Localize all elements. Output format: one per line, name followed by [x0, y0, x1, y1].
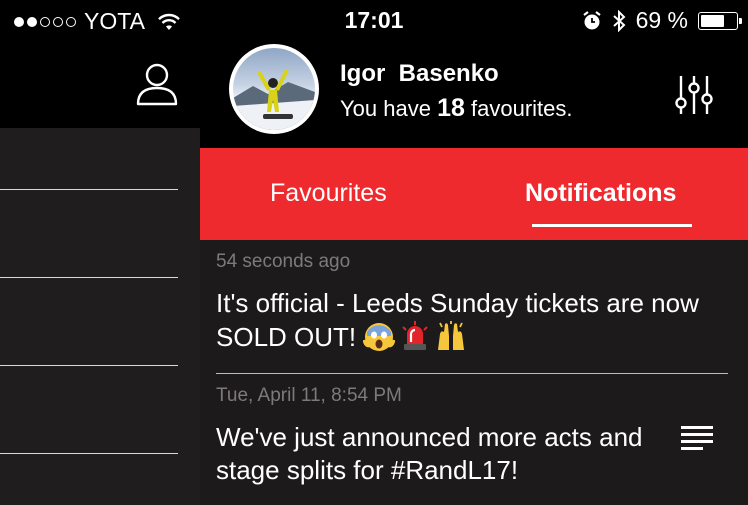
- notification-time: 54 seconds ago: [216, 251, 351, 272]
- notifications-list: 54 seconds ago It's official - Leeds Sun…: [200, 240, 748, 505]
- summary-prefix: You have: [340, 96, 431, 121]
- app-screen: YOTA 17:01 69 % Igor Basenko You have 18…: [0, 0, 748, 505]
- bluetooth-icon: [612, 9, 626, 32]
- sidebar-divider: [0, 189, 178, 190]
- sidebar-list: [0, 128, 200, 505]
- battery-percent: 69 %: [635, 7, 688, 33]
- notification-item[interactable]: It's official - Leeds Sunday tickets are…: [216, 287, 726, 354]
- avatar-photo: [233, 48, 315, 130]
- favourites-summary: You have 18 favourites.: [340, 94, 573, 123]
- notification-divider: [216, 373, 728, 374]
- raised-hands-emoji: [438, 321, 465, 350]
- favourites-count: 18: [437, 94, 465, 122]
- notification-time: Tue, April 11, 8:54 PM: [216, 385, 402, 406]
- active-tab-indicator: [532, 224, 692, 227]
- tab-notifications[interactable]: Notifications: [525, 179, 676, 208]
- battery-icon: [698, 11, 742, 30]
- first-name: Igor: [340, 60, 386, 87]
- battery-fill: [701, 14, 724, 27]
- list-icon[interactable]: [681, 426, 713, 452]
- tab-bar: Favourites Notifications: [200, 148, 748, 240]
- tab-favourites[interactable]: Favourites: [270, 179, 387, 208]
- profile-name: Igor Basenko: [340, 60, 499, 88]
- screaming-face-emoji: [363, 323, 396, 351]
- user-icon[interactable]: [136, 62, 178, 106]
- avatar[interactable]: [229, 44, 319, 134]
- sidebar-divider: [0, 365, 178, 366]
- last-name: Basenko: [398, 60, 499, 87]
- notification-item[interactable]: We've just announced more acts and stage…: [216, 421, 656, 487]
- notification-text: We've just announced more acts and stage…: [216, 422, 643, 485]
- sidebar-divider: [0, 453, 178, 454]
- alarm-icon: [582, 10, 601, 29]
- sidebar-divider: [0, 277, 178, 278]
- summary-suffix: favourites.: [471, 96, 573, 121]
- status-bar: YOTA 17:01 69 %: [0, 0, 748, 40]
- police-light-emoji: [402, 321, 429, 350]
- status-right: 69 %: [582, 7, 742, 34]
- sliders-icon[interactable]: [673, 74, 715, 116]
